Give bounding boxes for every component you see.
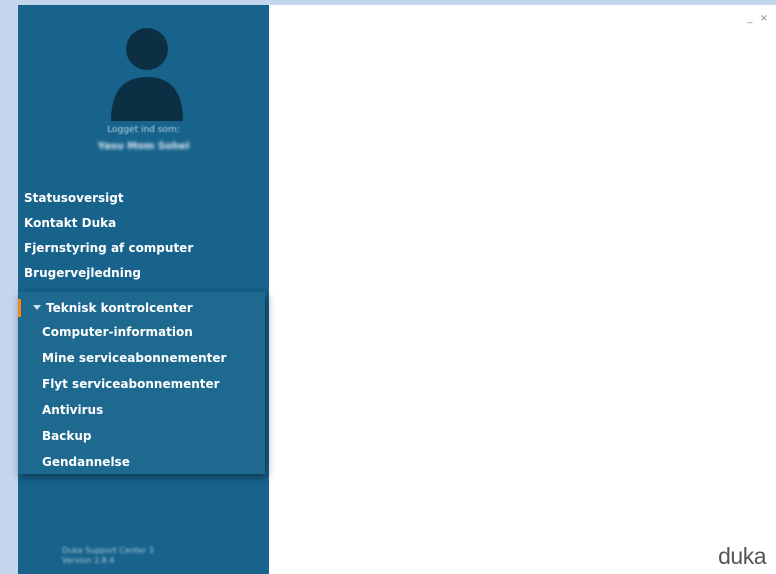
submenu-item-gendannelse[interactable]: Gendannelse [42, 455, 130, 469]
submenu-item-antivirus[interactable]: Antivirus [42, 403, 103, 417]
app-window: Logget ind som: Yasu Mom Sohel Statusove… [18, 5, 776, 574]
submenu-item-mine-serviceabonnementer[interactable]: Mine serviceabonnementer [42, 351, 226, 365]
nav-item-fjernstyring[interactable]: Fjernstyring af computer [24, 241, 193, 255]
active-indicator [18, 299, 21, 317]
submenu-item-backup[interactable]: Backup [42, 429, 91, 443]
teknisk-kontrolcenter-submenu: Teknisk kontrolcenter Computer-informati… [18, 292, 265, 474]
minimize-button[interactable]: _ [747, 13, 754, 24]
footer-version-text: Duka Support Center 3 Version 2.8.4 [62, 546, 202, 566]
footer-line-1: Duka Support Center 3 [62, 546, 154, 555]
submenu-header-teknisk-kontrolcenter[interactable]: Teknisk kontrolcenter [33, 301, 193, 315]
footer-line-2: Version 2.8.4 [62, 556, 115, 565]
submenu-item-computer-information[interactable]: Computer-information [42, 325, 193, 339]
logged-in-label: Logget ind som: [107, 125, 180, 135]
submenu-item-flyt-serviceabonnementer[interactable]: Flyt serviceabonnementer [42, 377, 220, 391]
duka-logo: duka [718, 543, 766, 569]
user-name: Yasu Mom Sohel [97, 141, 190, 152]
nav-item-kontakt-duka[interactable]: Kontakt Duka [24, 216, 116, 230]
triangle-down-icon [33, 305, 41, 310]
nav-item-statusoversigt[interactable]: Statusoversigt [24, 191, 124, 205]
window-controls: _ × [747, 13, 770, 24]
sidebar: Logget ind som: Yasu Mom Sohel Statusove… [18, 5, 269, 574]
close-button[interactable]: × [760, 13, 770, 24]
user-avatar-icon [111, 28, 183, 121]
nav-item-brugervejledning[interactable]: Brugervejledning [24, 266, 141, 280]
submenu-header-label: Teknisk kontrolcenter [46, 301, 193, 315]
